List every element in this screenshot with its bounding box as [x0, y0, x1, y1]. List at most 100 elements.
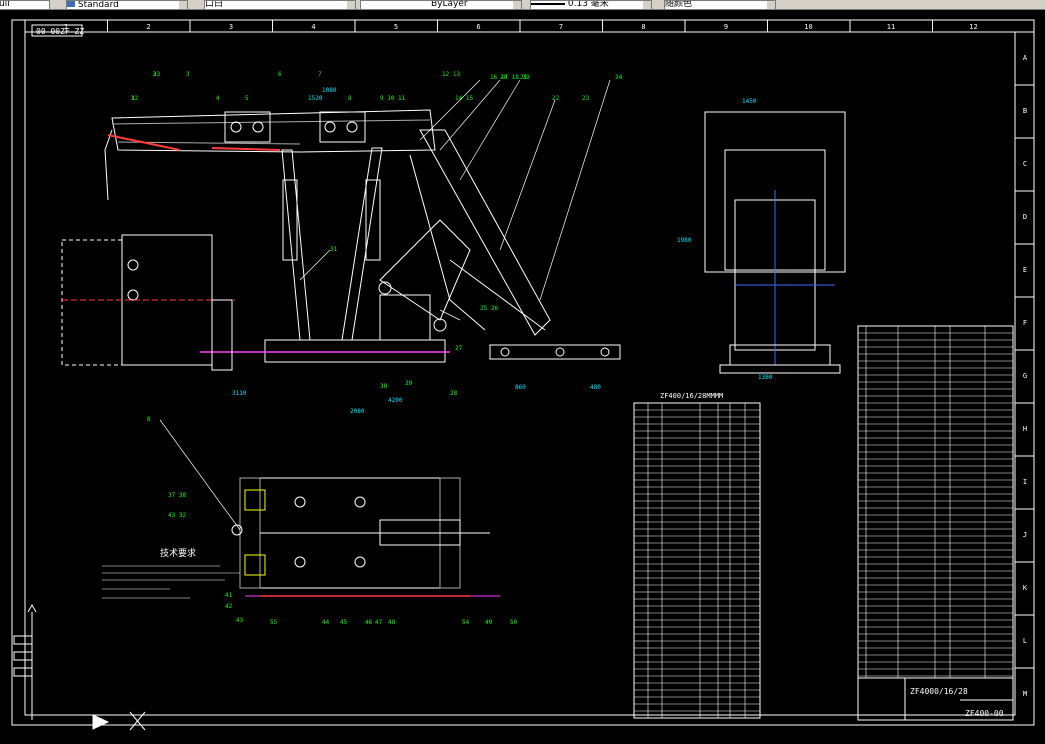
column-label: 3 [229, 23, 233, 31]
part-balloon: 30 [380, 383, 388, 390]
chevron-down-icon[interactable] [767, 1, 775, 9]
part-balloon: 49 [485, 619, 493, 626]
part-balloon: 24 [615, 74, 623, 81]
part-balloon: 55 [270, 619, 278, 626]
part-balloon: 20 [500, 74, 508, 81]
part-balloon: 12 13 [442, 71, 460, 78]
workspace-dropdown[interactable]: ull [0, 0, 50, 9]
row-label: H [1023, 425, 1027, 433]
plan-view [231, 477, 500, 597]
text-style-value: Standard [77, 0, 119, 10]
column-label: 12 [969, 23, 977, 31]
column-label: 8 [641, 23, 645, 31]
front-view [704, 111, 846, 374]
column-label: 9 [724, 23, 728, 31]
dimension-label: 1080 [322, 87, 337, 94]
part-balloon: 27 [455, 345, 463, 352]
row-label: K [1023, 584, 1028, 592]
part-balloon: 47 [375, 619, 383, 626]
text-style-icon [67, 1, 75, 7]
part-balloon: 41 [225, 592, 233, 599]
chevron-down-icon[interactable] [179, 1, 187, 9]
plot-style-value: 随颜色 [665, 0, 693, 9]
lineweight-swatch [531, 2, 565, 5]
row-label: A [1023, 54, 1028, 62]
layer-dropdown[interactable]: 口白 [204, 0, 356, 9]
column-label: 5 [394, 23, 398, 31]
side-view [104, 109, 621, 363]
dimension-label: 480 [590, 384, 601, 391]
part-balloon: 42 [225, 603, 233, 610]
column-label: 4 [311, 23, 315, 31]
part-balloon: 32 [131, 95, 139, 102]
row-label: M [1023, 690, 1027, 698]
dimension-label: 1520 [308, 95, 323, 102]
part-balloon: 9 10 11 [380, 95, 406, 102]
chevron-down-icon[interactable] [643, 1, 651, 9]
drawing-title: ZF4000/16/28 [910, 687, 968, 696]
stamp-text: 00-00ZF-ZZ [36, 27, 84, 36]
dimension-label: 2080 [350, 408, 365, 415]
dimension-label: 3110 [232, 390, 247, 397]
part-balloon: 50 [510, 619, 518, 626]
row-label: D [1023, 213, 1027, 221]
part-balloon: 5 [245, 95, 249, 102]
parts-list-table-center: ZF400/16/28MMMM [633, 392, 761, 719]
part-balloon: 54 [462, 619, 470, 626]
part-balloon: 45 [340, 619, 348, 626]
row-label: G [1023, 372, 1027, 380]
dimension-label: 1380 [758, 374, 773, 381]
column-label: 2 [146, 23, 150, 31]
chevron-down-icon[interactable] [347, 1, 355, 9]
column-markers: 1 2 3 4 5 6 7 8 9 10 11 12 [24, 20, 978, 32]
row-label: F [1023, 319, 1027, 327]
lineweight-dropdown[interactable]: 0.13 毫米 [530, 0, 652, 9]
drawing-canvas[interactable]: 1 2 3 4 5 6 7 8 9 10 11 12 ABCDEFGHIJKLM 00-00ZF-ZZ [0, 10, 1045, 740]
row-markers: A B C D E F G H I J K L M [1015, 31, 1034, 698]
row-label: C [1023, 160, 1027, 168]
row-label: B [1023, 107, 1027, 115]
part-balloon: 6 [278, 71, 282, 78]
row-label: I [1023, 478, 1027, 486]
workspace-value: ull [0, 0, 10, 9]
part-balloon: 4 [216, 95, 220, 102]
part-balloon: 44 [322, 619, 330, 626]
part-balloon: 37 38 [168, 492, 186, 499]
tech-requirements-title: 技术要求 [160, 547, 196, 559]
part-balloon: 29 [405, 380, 413, 387]
row-label: J [1023, 531, 1027, 539]
sheet-border [11, 19, 1035, 726]
linetype-dropdown[interactable]: ByLayer [360, 0, 522, 9]
part-balloon: 7 [318, 71, 322, 78]
properties-toolbar: ull Standard 口白 ByLayer 0.13 毫米 随颜色 [0, 0, 1045, 10]
drawing-frame [24, 31, 1016, 716]
column-label: 11 [887, 23, 895, 31]
layer-value: 口白 [205, 0, 224, 9]
part-balloon: 3 [186, 71, 190, 78]
part-balloon: 8 [348, 95, 352, 102]
part-balloon: 22 [552, 95, 560, 102]
part-balloon: 8 [147, 416, 151, 423]
left-end-view [61, 234, 235, 371]
column-label: 6 [476, 23, 480, 31]
row-label: L [1023, 637, 1027, 645]
chevron-down-icon[interactable] [513, 1, 521, 9]
part-balloon: 33 [153, 71, 161, 78]
plot-style-dropdown[interactable]: 随颜色 [664, 0, 776, 9]
row-label: E [1023, 266, 1027, 274]
part-balloon: 21 [520, 74, 528, 81]
part-balloon: 31 [330, 246, 338, 253]
dimension-label: 1450 [742, 98, 757, 105]
table-header-label: ZF400/16/28MMMM [660, 392, 723, 400]
drawing-number: ZF400-00 [965, 709, 1004, 718]
part-balloon: 25 26 [480, 305, 498, 312]
column-label: 7 [559, 23, 563, 31]
part-balloon: 46 [365, 619, 373, 626]
cad-drawing: 1 2 3 4 5 6 7 8 9 10 11 12 ABCDEFGHIJKLM 00-00ZF-ZZ [11, 19, 1035, 731]
tech-requirements-text [102, 565, 240, 599]
part-balloon: 28 [450, 390, 458, 397]
title-block: ZF4000/16/28 ZF400-00 [857, 677, 1014, 721]
part-balloon: 48 [388, 619, 396, 626]
text-style-dropdown[interactable]: Standard [66, 0, 188, 10]
part-balloon: 43 [236, 617, 244, 624]
